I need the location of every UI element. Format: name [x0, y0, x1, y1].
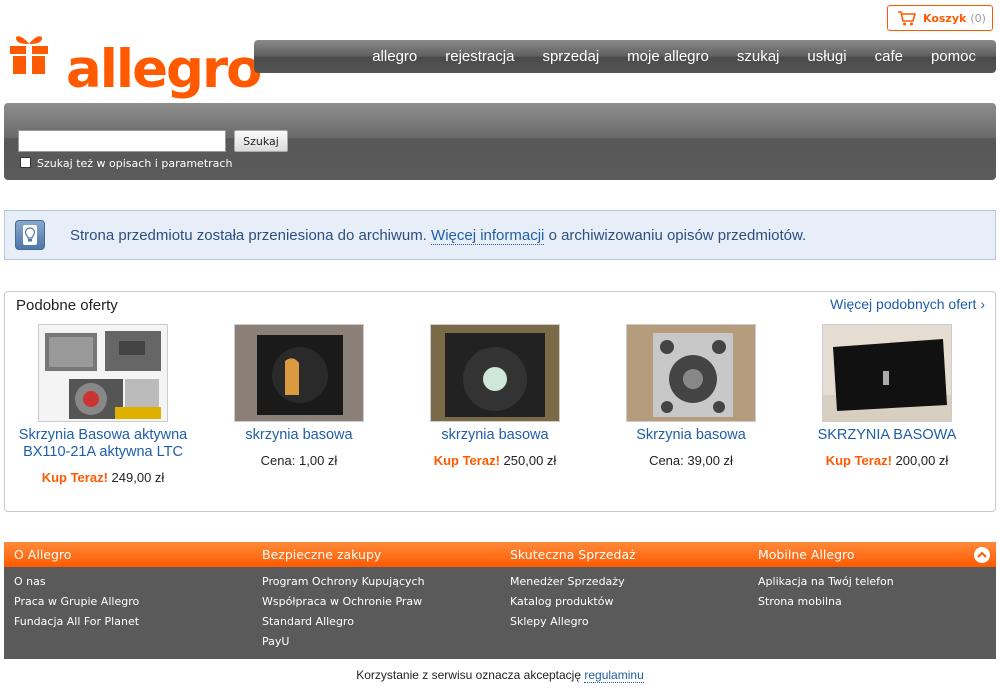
search-descriptions-label: Szukaj też w opisach i parametrach: [37, 157, 233, 170]
cart-icon: [898, 11, 917, 26]
allegro-logo[interactable]: allegro: [8, 26, 263, 100]
price-value: 39,00 zł: [687, 453, 733, 468]
offer-thumbnail[interactable]: [430, 324, 560, 422]
footer-link[interactable]: Menedżer Sprzedaży: [510, 575, 740, 595]
price-label: Cena:: [260, 453, 296, 468]
footer-link[interactable]: Praca w Grupie Allegro: [14, 595, 244, 615]
footer-column-mobile: Mobilne Allegro Aplikacja na Twój telefo…: [748, 542, 988, 615]
nav-uslugi[interactable]: usługi: [807, 48, 846, 65]
cart-button[interactable]: Koszyk (0): [887, 5, 993, 31]
footer-column-title: Bezpieczne zakupy: [262, 547, 382, 562]
offer-item[interactable]: SKRZYNIA BASOWA Kup Teraz! 200,00 zł: [797, 324, 977, 468]
offer-price: Cena: 39,00 zł: [601, 453, 781, 468]
offer-item[interactable]: Skrzynia basowa Cena: 39,00 zł: [601, 324, 781, 468]
offer-thumbnail[interactable]: [234, 324, 364, 422]
footer: O Allegro O nas Praca w Grupie Allegro F…: [4, 542, 996, 659]
cart-count: (0): [970, 11, 986, 25]
footer-column-safe-shopping: Bezpieczne zakupy Program Ochrony Kupują…: [252, 542, 492, 655]
offer-item[interactable]: Skrzynia Basowa aktywna BX110-21A aktywn…: [13, 324, 193, 485]
price-value: 200,00 zł: [895, 453, 949, 468]
nav-sprzedaj[interactable]: sprzedaj: [542, 48, 599, 65]
footer-link[interactable]: O nas: [14, 575, 244, 595]
main-nav: allegro rejestracja sprzedaj moje allegr…: [254, 40, 996, 73]
offer-title[interactable]: Skrzynia basowa: [601, 427, 781, 444]
offer-title[interactable]: SKRZYNIA BASOWA: [797, 427, 977, 444]
offer-title[interactable]: Skrzynia Basowa aktywna BX110-21A aktywn…: [13, 427, 193, 461]
footer-column-title: O Allegro: [14, 547, 72, 562]
footer-link[interactable]: Strona mobilna: [758, 595, 988, 615]
footer-link[interactable]: Aplikacja na Twój telefon: [758, 575, 988, 595]
buy-now-label: Kup Teraz!: [41, 470, 108, 485]
footer-link[interactable]: Program Ochrony Kupujących: [262, 575, 492, 595]
notice-text-after: o archiwizowaniu opisów przedmiotów.: [548, 227, 807, 244]
nav-pomoc[interactable]: pomoc: [931, 48, 976, 65]
footer-column-title: Skuteczna Sprzedaż: [510, 547, 636, 562]
offer-thumbnail[interactable]: [626, 324, 756, 422]
footer-link[interactable]: PayU: [262, 635, 492, 655]
offer-title[interactable]: skrzynia basowa: [405, 427, 585, 444]
similar-offers-title: Podobne oferty: [16, 297, 118, 314]
offer-item[interactable]: skrzynia basowa Kup Teraz! 250,00 zł: [405, 324, 585, 468]
footer-link[interactable]: Współpraca w Ochronie Praw: [262, 595, 492, 615]
offer-item[interactable]: skrzynia basowa Cena: 1,00 zł: [209, 324, 389, 468]
price-label: Cena:: [649, 453, 684, 468]
more-info-link[interactable]: Więcej informacji: [431, 227, 545, 245]
terms-link[interactable]: regulaminu: [584, 668, 644, 683]
nav-rejestracja[interactable]: rejestracja: [445, 48, 514, 65]
archive-notice: Strona przedmiotu została przeniesiona d…: [4, 210, 996, 260]
buy-now-label: Kup Teraz!: [433, 453, 500, 468]
notice-text-before: Strona przedmiotu została przeniesiona d…: [70, 227, 427, 244]
search-descriptions-checkbox[interactable]: [20, 157, 31, 168]
footer-link[interactable]: Sklepy Allegro: [510, 615, 740, 635]
legal-text: Korzystanie z serwisu oznacza akceptację: [356, 668, 582, 682]
lightbulb-icon: [15, 220, 45, 250]
offer-thumbnail[interactable]: [38, 324, 168, 422]
nav-allegro[interactable]: allegro: [372, 48, 417, 65]
nav-cafe[interactable]: cafe: [875, 48, 903, 65]
logo-text: allegro: [66, 39, 263, 100]
offer-thumbnail[interactable]: [822, 324, 952, 422]
offer-price: Kup Teraz! 250,00 zł: [405, 453, 585, 468]
price-value: 249,00 zł: [111, 470, 165, 485]
more-similar-link[interactable]: Więcej podobnych ofert ›: [830, 296, 985, 312]
cart-label: Koszyk: [923, 11, 967, 25]
footer-link[interactable]: Katalog produktów: [510, 595, 740, 615]
footer-column-about: O Allegro O nas Praca w Grupie Allegro F…: [4, 542, 244, 635]
price-value: 250,00 zł: [503, 453, 557, 468]
similar-offers: Podobne oferty Więcej podobnych ofert › …: [4, 291, 996, 512]
price-value: 1,00 zł: [299, 453, 338, 468]
footer-link[interactable]: Fundacja All For Planet: [14, 615, 244, 635]
offer-price: Cena: 1,00 zł: [209, 453, 389, 468]
scroll-top-icon[interactable]: [974, 547, 990, 563]
offer-price: Kup Teraz! 249,00 zł: [13, 470, 193, 485]
offer-price: Kup Teraz! 200,00 zł: [797, 453, 977, 468]
offer-title[interactable]: skrzynia basowa: [209, 427, 389, 444]
gift-icon: [10, 36, 48, 74]
footer-link[interactable]: Standard Allegro: [262, 615, 492, 635]
legal-notice: Korzystanie z serwisu oznacza akceptację…: [0, 668, 1000, 683]
search-input[interactable]: [18, 130, 226, 152]
nav-szukaj[interactable]: szukaj: [737, 48, 780, 65]
footer-column-title: Mobilne Allegro: [758, 547, 855, 562]
search-bar: Szukaj Szukaj też w opisach i parametrac…: [4, 103, 996, 180]
archive-notice-text: Strona przedmiotu została przeniesiona d…: [70, 227, 807, 245]
buy-now-label: Kup Teraz!: [825, 453, 892, 468]
nav-moje-allegro[interactable]: moje allegro: [627, 48, 709, 65]
search-button[interactable]: Szukaj: [234, 130, 288, 152]
footer-column-selling: Skuteczna Sprzedaż Menedżer Sprzedaży Ka…: [500, 542, 740, 635]
